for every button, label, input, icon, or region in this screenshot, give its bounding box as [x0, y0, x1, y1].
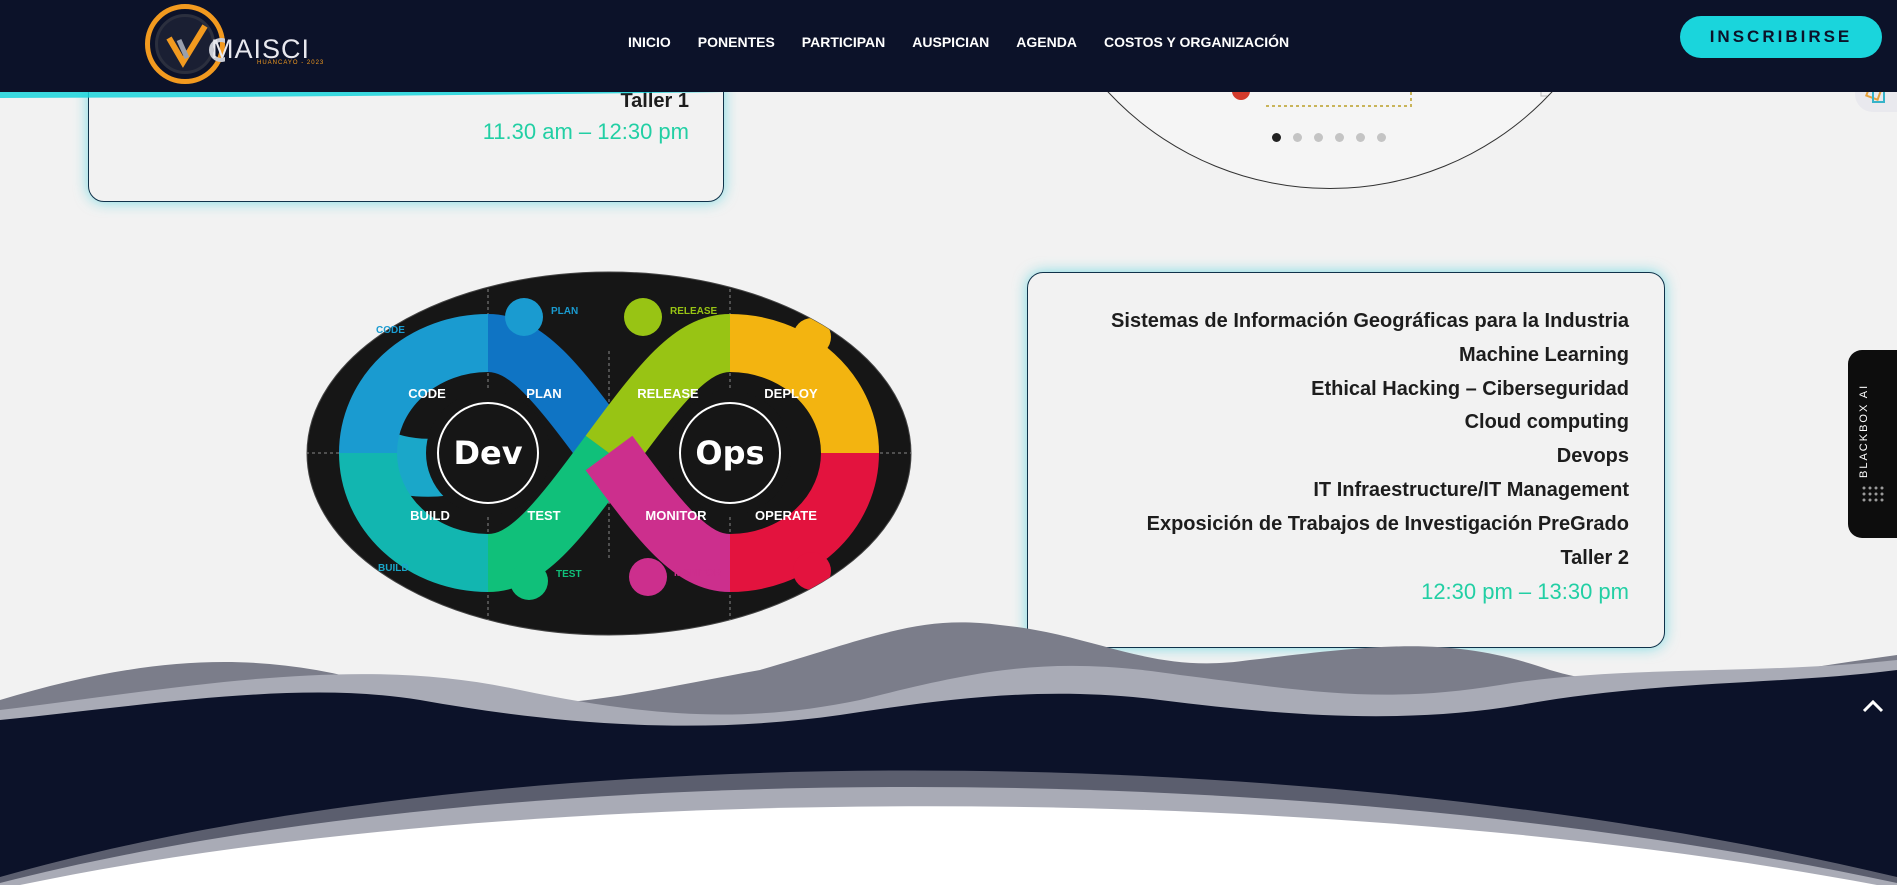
icon-label: CODE	[376, 325, 405, 336]
card-time: 11.30 am – 12:30 pm	[482, 119, 689, 144]
main-nav: INICIO PONENTES PARTICIPAN AUSPICIAN AGE…	[628, 34, 1316, 50]
stage-label: TEST	[527, 508, 560, 523]
site-header: MAISCI HUANCAYO - 2023 INICIO PONENTES P…	[0, 0, 1897, 92]
carousel-dot[interactable]	[1356, 133, 1365, 142]
icon-label: TEST	[556, 569, 582, 580]
stage-label: BUILD	[410, 508, 450, 523]
nav-item-inicio[interactable]: INICIO	[628, 34, 671, 50]
carousel-dots	[1272, 133, 1386, 142]
icon-label: RELEASE	[670, 306, 718, 317]
carousel-dot[interactable]	[1335, 133, 1344, 142]
icon-label: PLAN	[551, 306, 578, 317]
stage-label: PLAN	[526, 386, 561, 401]
stage-label: OPERATE	[755, 508, 817, 523]
site-logo[interactable]: MAISCI HUANCAYO - 2023	[145, 4, 325, 90]
card-topic: Machine Learning	[1458, 343, 1629, 366]
card-topic: Exposición de Trabajos de Investigación …	[1146, 512, 1629, 535]
nav-item-costos[interactable]: COSTOS Y ORGANIZACIÓN	[1104, 34, 1289, 50]
icon-label: MONITOR	[674, 568, 722, 579]
logo-subtext: HUANCAYO - 2023	[257, 60, 325, 66]
schedule-card-bottom: Sistemas de Información Geográficas para…	[1027, 272, 1665, 648]
carousel-dot[interactable]	[1272, 133, 1281, 142]
nav-item-auspician[interactable]: AUSPICIAN	[912, 34, 989, 50]
devops-infinity-image: Dev Ops CODE PLAN RELEASE DEPLOY BUILD T…	[306, 271, 912, 636]
blackbox-dots-icon	[1862, 486, 1884, 502]
carousel-dot[interactable]	[1293, 133, 1302, 142]
card-time: 12:30 pm – 13:30 pm	[1421, 579, 1629, 605]
card-topic: Cloud computing	[1464, 411, 1629, 434]
wave-divider	[0, 622, 1897, 885]
card-topic: Devops	[1556, 445, 1629, 468]
nav-item-agenda[interactable]: AGENDA	[1016, 34, 1077, 50]
chevron-up-icon	[1862, 699, 1884, 713]
icon-label: BUILD	[378, 563, 409, 574]
blackbox-ai-tab[interactable]: BLACKBOX AI	[1848, 350, 1897, 538]
carousel-dot[interactable]	[1377, 133, 1386, 142]
nav-item-ponentes[interactable]: PONENTES	[698, 34, 775, 50]
scroll-to-top-button[interactable]	[1849, 681, 1897, 731]
card-topic: Ethical Hacking – Ciberseguridad	[1311, 377, 1629, 400]
devops-dev-text: Dev	[453, 434, 522, 472]
stage-label: CODE	[408, 386, 446, 401]
register-button[interactable]: INSCRIBIRSE	[1680, 16, 1882, 58]
card-topic: IT Infraestructure/IT Management	[1313, 478, 1629, 501]
blackbox-label: BLACKBOX AI	[1858, 383, 1870, 478]
card-topic: Sistemas de Información Geográficas para…	[1111, 310, 1629, 332]
devops-ops-text: Ops	[695, 434, 764, 472]
stage-label: MONITOR	[645, 508, 707, 523]
nav-item-participan[interactable]: PARTICIPAN	[802, 34, 885, 50]
stage-label: RELEASE	[637, 386, 699, 401]
carousel-dot[interactable]	[1314, 133, 1323, 142]
stage-label: DEPLOY	[764, 386, 818, 401]
card-topic: Taller 2	[1560, 546, 1629, 569]
